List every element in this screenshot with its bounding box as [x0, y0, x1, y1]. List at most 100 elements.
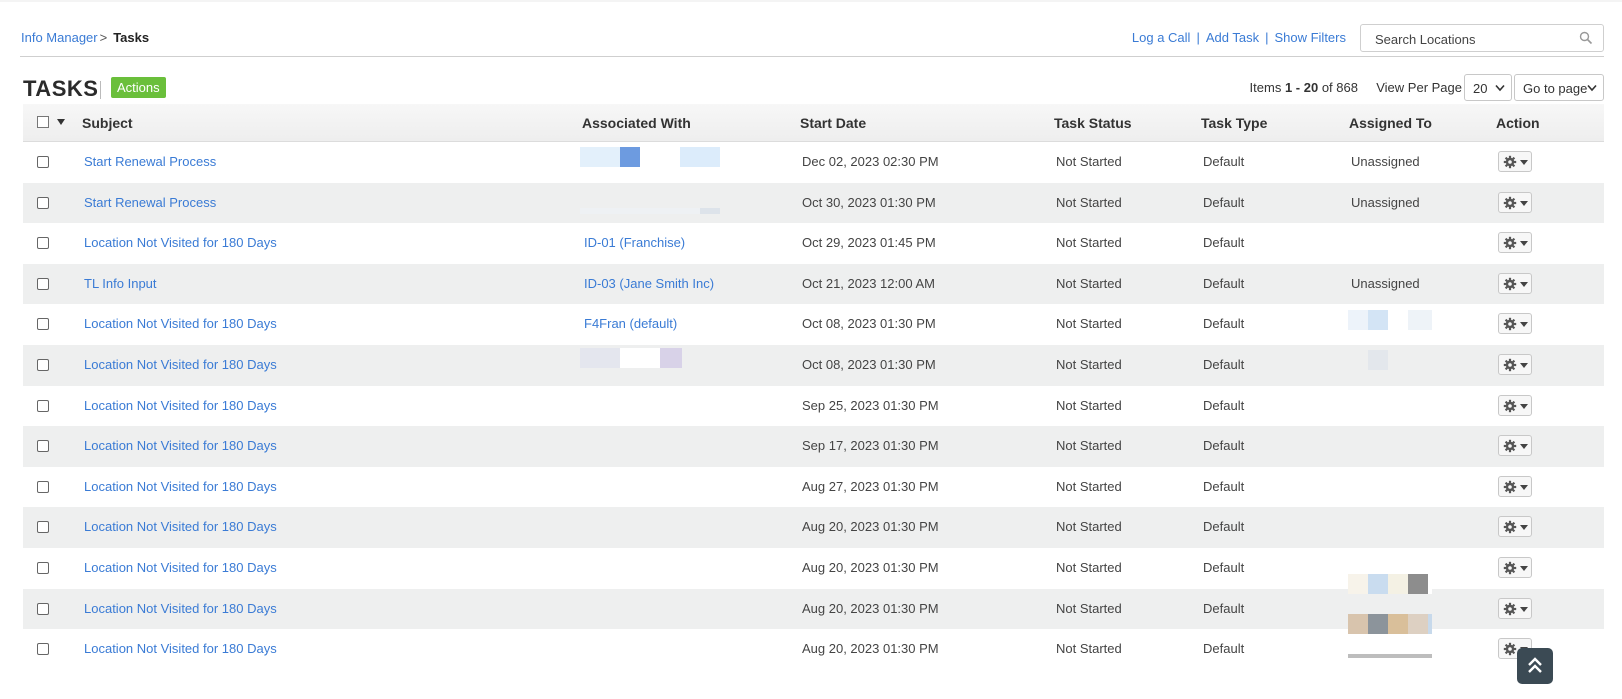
- row-checkbox[interactable]: [37, 643, 49, 656]
- caret-down-icon: [1520, 200, 1528, 206]
- row-checkbox[interactable]: [37, 358, 49, 371]
- assigned-to: Unassigned: [1351, 275, 1420, 291]
- row-action-menu-button[interactable]: [1498, 516, 1532, 538]
- title-divider: [100, 81, 101, 99]
- task-subject-link[interactable]: Location Not Visited for 180 Days: [84, 235, 277, 250]
- redacted-region: [1348, 574, 1432, 594]
- row-action-menu-button[interactable]: [1498, 556, 1532, 578]
- search-icon[interactable]: [1579, 31, 1593, 45]
- row-action-menu-button[interactable]: [1498, 313, 1532, 335]
- task-status: Not Started: [1056, 316, 1122, 332]
- start-date: Aug 20, 2023 01:30 PM: [802, 600, 939, 616]
- show-filters-link[interactable]: Show Filters: [1274, 30, 1346, 45]
- scroll-to-top-button[interactable]: [1517, 648, 1553, 684]
- caret-down-icon: [1520, 241, 1528, 247]
- row-checkbox[interactable]: [37, 318, 49, 331]
- row-action-menu-button[interactable]: [1498, 151, 1532, 172]
- task-status: Not Started: [1056, 154, 1122, 169]
- task-subject-link[interactable]: Location Not Visited for 180 Days: [84, 316, 277, 331]
- redacted-region: [1348, 654, 1432, 658]
- row-action-menu-button[interactable]: [1498, 475, 1532, 497]
- row-action-menu-button[interactable]: [1498, 394, 1532, 416]
- column-associated-with[interactable]: Associated With: [582, 115, 691, 131]
- start-date: Aug 27, 2023 01:30 PM: [802, 478, 939, 494]
- task-subject-link[interactable]: Location Not Visited for 180 Days: [84, 519, 277, 534]
- items-count: Items 1 - 20 of 868: [1250, 80, 1358, 95]
- task-status: Not Started: [1056, 478, 1122, 494]
- row-checkbox[interactable]: [37, 440, 49, 453]
- redacted-region: [1368, 350, 1388, 370]
- row-checkbox[interactable]: [37, 561, 49, 574]
- row-checkbox[interactable]: [37, 521, 49, 534]
- task-status: Not Started: [1056, 641, 1122, 657]
- task-subject-link[interactable]: Location Not Visited for 180 Days: [84, 357, 277, 372]
- row-action-menu-button[interactable]: [1498, 353, 1532, 375]
- items-total: 868: [1336, 80, 1358, 95]
- row-checkbox[interactable]: [37, 237, 49, 250]
- task-subject-link[interactable]: TL Info Input: [84, 276, 157, 291]
- column-start-date[interactable]: Start Date: [800, 115, 866, 131]
- select-menu-caret-icon[interactable]: [57, 119, 65, 125]
- task-status: Not Started: [1056, 235, 1122, 251]
- task-type: Default: [1203, 316, 1245, 332]
- redacted-region: [580, 348, 682, 368]
- breadcrumb-info-manager-link[interactable]: Info Manager: [21, 30, 98, 45]
- task-subject-link[interactable]: Start Renewal Process: [84, 154, 216, 169]
- row-action-menu-button[interactable]: [1498, 191, 1532, 213]
- row-action-menu-button[interactable]: [1498, 597, 1532, 619]
- link-divider: |: [1265, 30, 1269, 45]
- row-checkbox[interactable]: [37, 196, 49, 209]
- task-status: Not Started: [1056, 438, 1122, 454]
- double-chevron-up-icon: [1528, 657, 1542, 673]
- task-type: Default: [1203, 519, 1245, 535]
- items-range: 1 - 20: [1284, 80, 1319, 95]
- associated-with-link[interactable]: ID-01 (Franchise): [584, 235, 685, 250]
- task-subject-link[interactable]: Start Renewal Process: [84, 195, 216, 210]
- actions-button[interactable]: Actions: [111, 77, 166, 98]
- row-checkbox[interactable]: [37, 399, 49, 412]
- associated-with-link[interactable]: F4Fran (default): [584, 316, 677, 331]
- caret-down-icon: [1520, 444, 1528, 450]
- task-subject-link[interactable]: Location Not Visited for 180 Days: [84, 601, 277, 616]
- log-a-call-link[interactable]: Log a Call: [1132, 30, 1191, 45]
- task-subject-link[interactable]: Location Not Visited for 180 Days: [84, 479, 277, 494]
- table-row: Location Not Visited for 180 Days Oct 08,…: [23, 344, 1604, 386]
- task-type: Default: [1203, 275, 1245, 291]
- chevron-down-icon: [1587, 84, 1597, 92]
- column-task-type[interactable]: Task Type: [1201, 115, 1267, 131]
- task-status: Not Started: [1056, 600, 1122, 616]
- search-input[interactable]: [1373, 26, 1577, 52]
- column-subject[interactable]: Subject: [82, 115, 133, 131]
- assigned-to: Unassigned: [1351, 154, 1420, 169]
- items-prefix: Items: [1249, 80, 1282, 95]
- select-all-checkbox[interactable]: [37, 116, 49, 128]
- breadcrumb-current: Tasks: [113, 30, 150, 45]
- caret-down-icon: [1520, 281, 1528, 287]
- row-action-menu-button[interactable]: [1498, 272, 1532, 294]
- task-subject-link[interactable]: Location Not Visited for 180 Days: [84, 398, 277, 413]
- per-page-select[interactable]: 20: [1464, 74, 1512, 101]
- row-action-menu-button[interactable]: [1498, 435, 1532, 457]
- column-assigned-to[interactable]: Assigned To: [1349, 115, 1432, 131]
- row-checkbox[interactable]: [37, 156, 49, 168]
- associated-with-link[interactable]: ID-03 (Jane Smith Inc): [584, 276, 714, 291]
- task-subject-link[interactable]: Location Not Visited for 180 Days: [84, 641, 277, 656]
- task-type: Default: [1203, 438, 1245, 454]
- start-date: Dec 02, 2023 02:30 PM: [802, 154, 939, 169]
- per-page-value: 20: [1473, 81, 1488, 96]
- row-checkbox[interactable]: [37, 602, 49, 615]
- start-date: Oct 29, 2023 01:45 PM: [802, 235, 936, 251]
- chevron-down-icon: [1495, 84, 1505, 92]
- task-subject-link[interactable]: Location Not Visited for 180 Days: [84, 438, 277, 453]
- caret-down-icon: [1520, 160, 1528, 165]
- go-to-page-select[interactable]: Go to page: [1514, 74, 1604, 101]
- row-checkbox[interactable]: [37, 480, 49, 493]
- add-task-link[interactable]: Add Task: [1206, 30, 1259, 45]
- row-action-menu-button[interactable]: [1498, 232, 1532, 254]
- caret-down-icon: [1520, 606, 1528, 612]
- start-date: Oct 21, 2023 12:00 AM: [802, 275, 935, 291]
- column-task-status[interactable]: Task Status: [1054, 115, 1132, 131]
- task-subject-link[interactable]: Location Not Visited for 180 Days: [84, 560, 277, 575]
- table-row: Location Not Visited for 180 Days Aug 20,…: [23, 507, 1604, 548]
- row-checkbox[interactable]: [37, 277, 49, 290]
